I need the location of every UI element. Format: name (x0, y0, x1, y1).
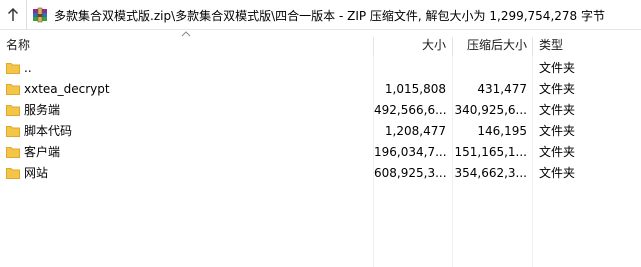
file-size: 1,208,477 (384, 124, 446, 138)
up-folder-button[interactable] (0, 0, 27, 29)
address-bar: 多款集合双模式版.zip\多款集合双模式版\四合一版本 - ZIP 压缩文件, … (0, 0, 641, 30)
folder-icon (6, 84, 20, 95)
list-item[interactable]: 客户端 196,034,7... 151,165,1... 文件夹 (0, 142, 641, 163)
file-packed-size: 431,477 (477, 82, 527, 96)
file-type: 文件夹 (539, 82, 576, 96)
folder-icon (6, 147, 20, 158)
folder-icon (6, 63, 20, 74)
file-name: 客户端 (24, 145, 61, 159)
folder-icon (6, 168, 20, 179)
file-type: 文件夹 (539, 124, 576, 138)
column-divider[interactable] (532, 37, 533, 57)
file-type: 文件夹 (539, 145, 576, 159)
file-name: xxtea_decrypt (24, 82, 110, 96)
list-item[interactable]: 服务端 492,566,6... 340,925,6... 文件夹 (0, 100, 641, 121)
list-item[interactable]: 网站 608,925,3... 354,662,3... 文件夹 (0, 163, 641, 184)
file-type: 文件夹 (539, 61, 576, 75)
file-name: .. (24, 61, 32, 75)
folder-icon (6, 126, 20, 137)
list-item[interactable]: xxtea_decrypt 1,015,808 431,477 文件夹 (0, 79, 641, 100)
up-arrow-icon (7, 7, 19, 21)
column-name-header[interactable]: 名称 (6, 34, 30, 56)
column-type-header[interactable]: 类型 (539, 34, 563, 56)
file-size: 492,566,6... (374, 103, 447, 117)
file-packed-size: 354,662,3... (454, 166, 527, 180)
file-name: 网站 (24, 166, 49, 180)
column-packed-header[interactable]: 压缩后大小 (453, 34, 527, 56)
file-type: 文件夹 (539, 103, 576, 117)
file-size: 1,015,808 (384, 82, 446, 96)
file-size (374, 58, 446, 79)
file-name: 服务端 (24, 103, 61, 117)
file-packed-size: 151,165,1... (454, 145, 527, 159)
column-header: 名称 大小 压缩后大小 类型 (0, 34, 641, 57)
file-packed-size: 146,195 (477, 124, 527, 138)
list-item-parent[interactable]: .. 文件夹 (0, 58, 641, 79)
file-packed-size (453, 58, 527, 79)
file-size: 196,034,7... (374, 145, 447, 159)
list-item[interactable]: 脚本代码 1,208,477 146,195 文件夹 (0, 121, 641, 142)
file-packed-size: 340,925,6... (454, 103, 527, 117)
winrar-archive-icon (33, 7, 47, 23)
file-size: 608,925,3... (374, 166, 447, 180)
folder-icon (6, 105, 20, 116)
archive-path[interactable]: 多款集合双模式版.zip\多款集合双模式版\四合一版本 - ZIP 压缩文件, … (54, 7, 605, 24)
file-name: 脚本代码 (24, 124, 73, 138)
file-type: 文件夹 (539, 166, 576, 180)
column-size-header[interactable]: 大小 (374, 34, 446, 56)
